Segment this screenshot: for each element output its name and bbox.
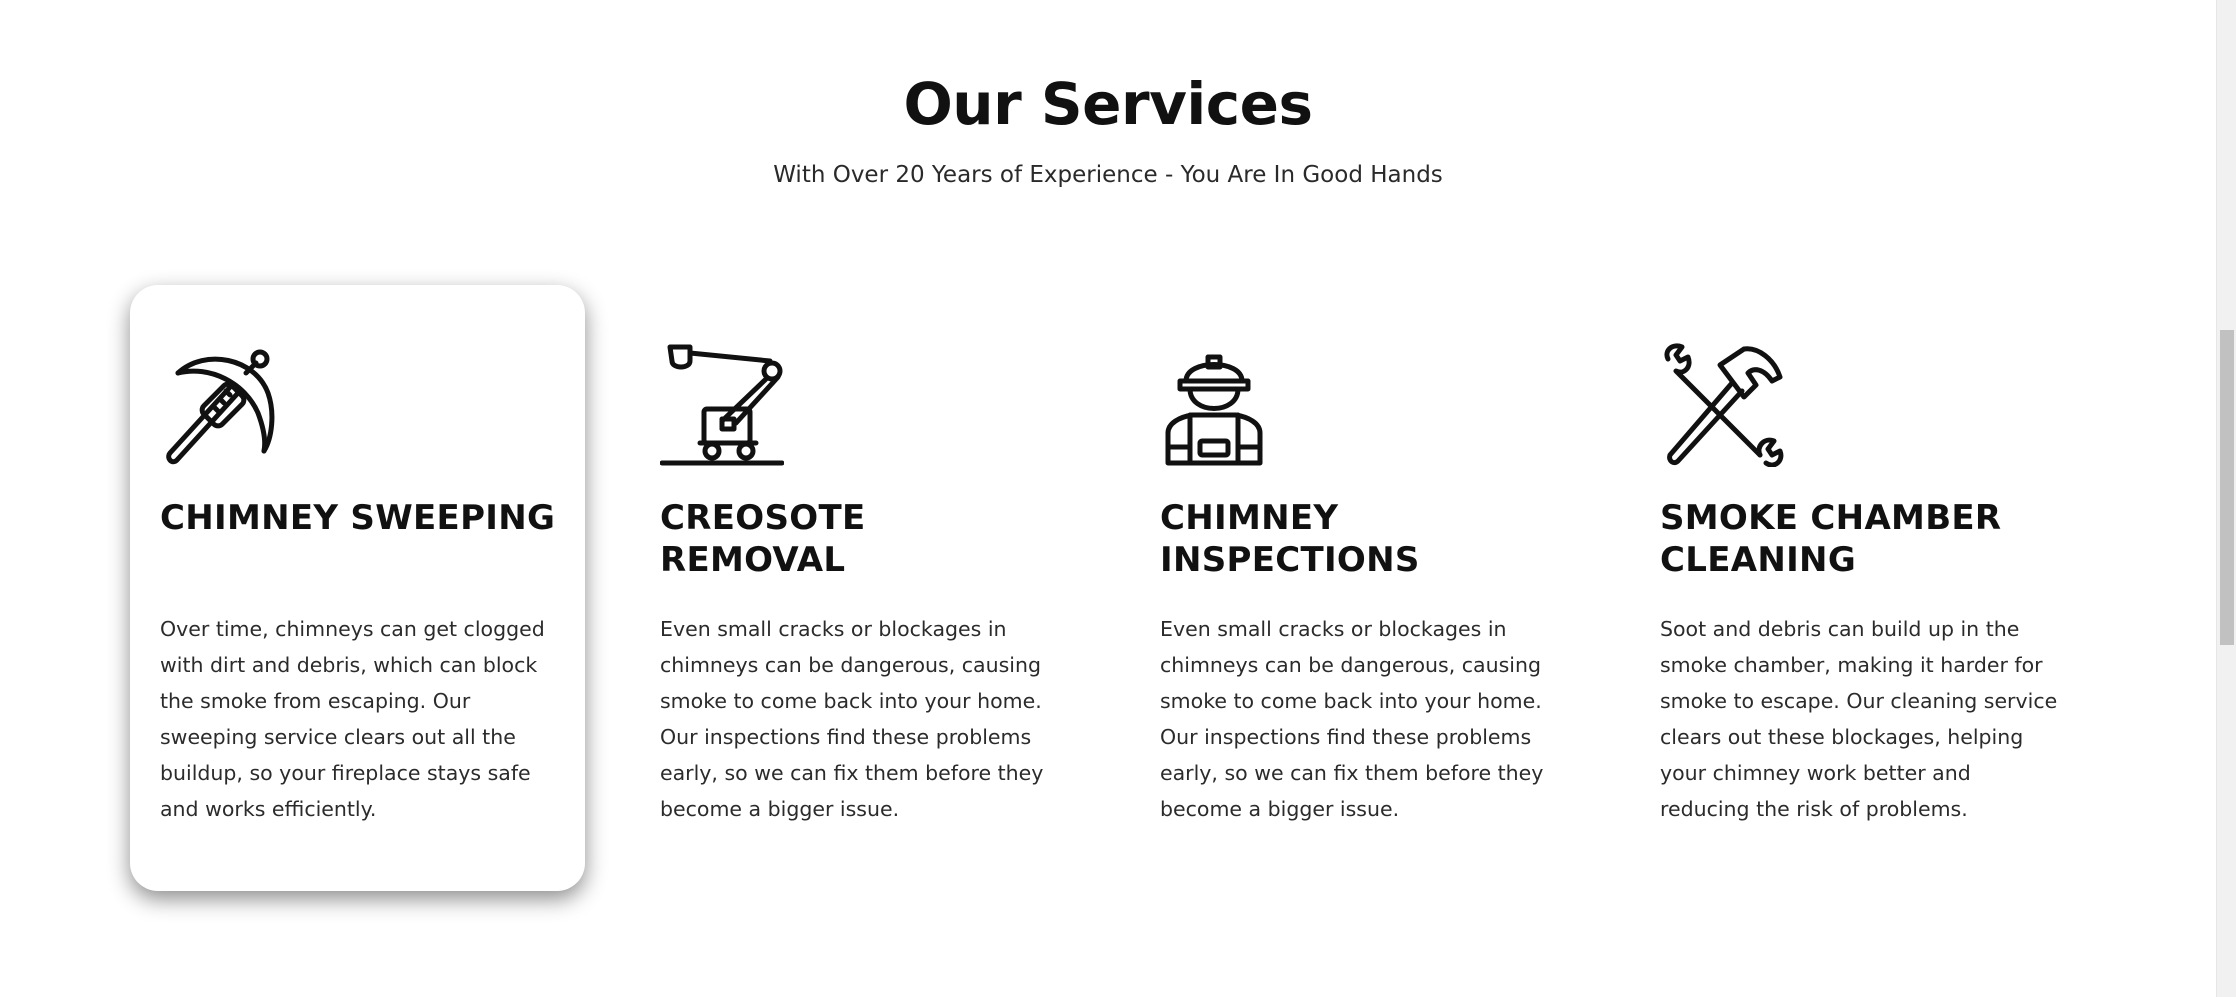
- service-card-chimney-inspections[interactable]: CHIMNEY INSPECTIONS Even small cracks or…: [1130, 285, 1585, 891]
- page: Our Services With Over 20 Years of Exper…: [0, 0, 2236, 997]
- service-card-creosote-removal[interactable]: CREOSOTE REMOVAL Even small cracks or bl…: [630, 285, 1085, 891]
- lift-machine-icon: [660, 343, 784, 467]
- service-title: CREOSOTE REMOVAL: [660, 498, 866, 580]
- service-description: Over time, chimneys can get clogged with…: [160, 617, 545, 821]
- service-description: Soot and debris can build up in the smok…: [1660, 617, 2058, 821]
- scrollbar-thumb[interactable]: [2220, 330, 2234, 645]
- service-description: Even small cracks or blockages in chimne…: [1160, 617, 1544, 821]
- worker-icon: [1160, 343, 1284, 467]
- vertical-scrollbar[interactable]: [2216, 0, 2236, 997]
- section-title: Our Services: [903, 70, 1313, 138]
- service-title: CHIMNEY SWEEPING: [160, 498, 556, 538]
- section-subtitle: With Over 20 Years of Experience - You A…: [773, 162, 1443, 188]
- pickaxe-icon: [160, 343, 284, 467]
- services-section: Our Services With Over 20 Years of Exper…: [0, 0, 2216, 997]
- hammer-wrench-icon: [1660, 343, 1784, 467]
- service-card-chimney-sweeping[interactable]: CHIMNEY SWEEPING Over time, chimneys can…: [130, 285, 585, 891]
- service-description: Even small cracks or blockages in chimne…: [660, 617, 1044, 821]
- service-title: SMOKE CHAMBER CLEANING: [1660, 498, 2002, 580]
- service-card-smoke-chamber-cleaning[interactable]: SMOKE CHAMBER CLEANING Soot and debris c…: [1630, 285, 2085, 891]
- service-title: CHIMNEY INSPECTIONS: [1160, 498, 1420, 580]
